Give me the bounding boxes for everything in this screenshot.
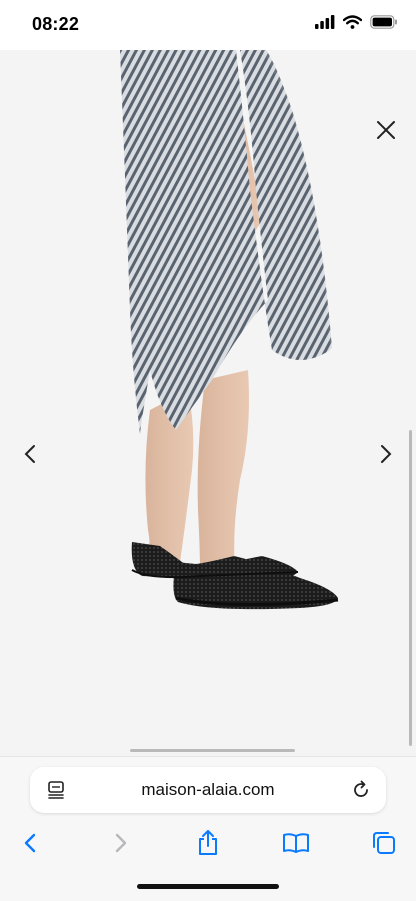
tabs-icon	[373, 832, 395, 854]
wifi-icon	[342, 15, 363, 34]
back-arrow-icon	[24, 833, 36, 853]
close-button[interactable]	[372, 116, 400, 144]
reload-icon[interactable]	[350, 779, 372, 806]
battery-icon	[370, 15, 398, 34]
next-image-button[interactable]	[374, 439, 398, 469]
url-text[interactable]: maison-alaia.com	[30, 780, 386, 800]
cellular-signal-icon	[315, 15, 335, 34]
horizontal-scrollbar[interactable]	[130, 749, 295, 752]
share-button[interactable]	[192, 827, 224, 859]
product-image-viewer[interactable]	[0, 50, 416, 756]
status-bar: 08:22	[0, 0, 416, 50]
back-button[interactable]	[15, 827, 47, 859]
forward-button[interactable]	[104, 827, 136, 859]
chevron-left-icon	[24, 445, 35, 463]
close-icon	[377, 121, 395, 139]
forward-arrow-icon	[115, 833, 127, 853]
previous-image-button[interactable]	[18, 439, 42, 469]
browser-nav-row	[0, 823, 416, 863]
vertical-scrollbar[interactable]	[409, 430, 412, 746]
chevron-right-icon	[381, 445, 392, 463]
bookmarks-button[interactable]	[280, 827, 312, 859]
status-icons	[315, 15, 398, 34]
home-indicator[interactable]	[137, 884, 279, 889]
address-bar[interactable]: maison-alaia.com	[30, 767, 386, 813]
browser-toolbar: maison-alaia.com	[0, 756, 416, 901]
bookmarks-icon	[283, 833, 309, 853]
share-icon	[199, 830, 217, 855]
product-photo	[0, 50, 416, 756]
tabs-button[interactable]	[368, 827, 400, 859]
status-time: 08:22	[32, 14, 80, 34]
